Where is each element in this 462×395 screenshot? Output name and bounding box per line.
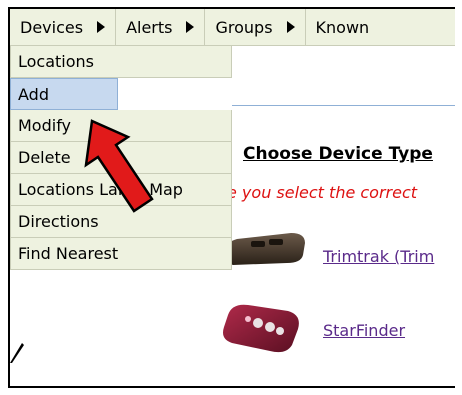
instruction-note: e you select the correct	[227, 183, 418, 202]
menu-alerts-label: Alerts	[126, 17, 173, 37]
submenu-arrow-icon	[186, 21, 195, 33]
menu-groups-label: Groups	[215, 17, 273, 37]
dropdown-item-locations[interactable]: Locations	[10, 46, 232, 78]
menu-alerts[interactable]: Alerts	[116, 9, 206, 45]
starfinder-device-image	[223, 304, 299, 353]
menu-known[interactable]: Known	[306, 9, 380, 45]
submenu-arrow-icon	[286, 21, 295, 33]
red-arrow-icon	[84, 119, 154, 213]
menu-bar: Devices Alerts Groups Known	[10, 9, 455, 46]
dropdown-item-find-nearest[interactable]: Find Nearest	[10, 238, 232, 270]
dropdown-item-add[interactable]: Add	[10, 78, 118, 110]
trimtrak-device-image	[224, 233, 305, 265]
menu-known-label: Known	[315, 17, 370, 37]
browser-frame: Devices Alerts Groups Known Choose Devic…	[8, 7, 455, 388]
menu-devices-label: Devices	[20, 17, 84, 37]
menu-devices[interactable]: Devices	[10, 9, 117, 45]
page-heading: Choose Device Type	[243, 144, 433, 164]
trimtrak-link[interactable]: Trimtrak (Trim	[323, 247, 434, 266]
content-divider	[232, 105, 455, 106]
menu-groups[interactable]: Groups	[205, 9, 306, 45]
submenu-arrow-icon	[97, 21, 106, 33]
starfinder-link[interactable]: StarFinder	[323, 321, 405, 340]
pointer-triangle-icon	[10, 343, 24, 363]
